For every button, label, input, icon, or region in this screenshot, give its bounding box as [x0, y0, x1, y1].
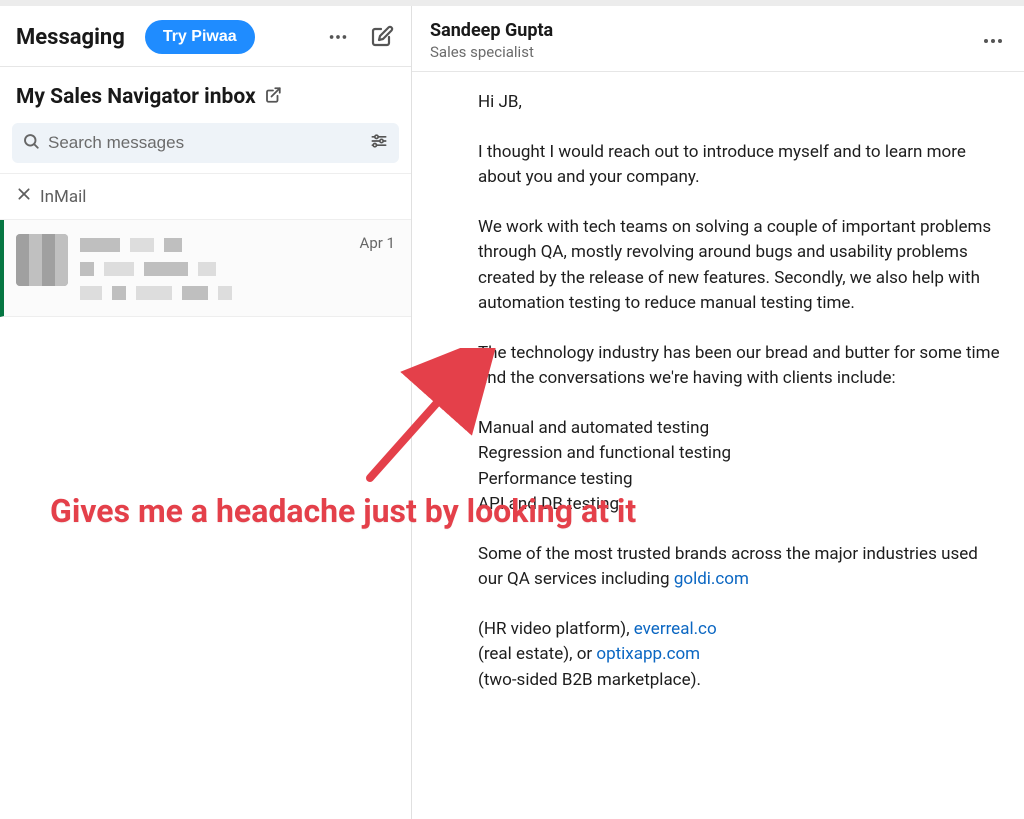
left-pane: Messaging Try Piwaa My Sales Navigator i… [0, 6, 412, 819]
external-link-icon[interactable] [264, 86, 282, 108]
search-input[interactable] [48, 133, 361, 153]
try-piwaa-button[interactable]: Try Piwaa [145, 20, 255, 54]
msg-greeting: Hi JB, [478, 90, 1000, 116]
left-header: Messaging Try Piwaa [0, 6, 411, 67]
msg-p6: (real estate), or optixapp.com [478, 642, 1000, 668]
conversation-header: Sandeep Gupta Sales specialist [412, 6, 1024, 72]
avatar [16, 234, 68, 286]
message-body[interactable]: Hi JB, I thought I would reach out to in… [412, 72, 1024, 819]
link-everreal[interactable]: everreal.co [634, 619, 717, 639]
link-optixapp[interactable]: optixapp.com [596, 644, 700, 664]
inbox-title-row[interactable]: My Sales Navigator inbox [0, 67, 411, 123]
sender-role: Sales specialist [430, 43, 553, 61]
inmail-label: InMail [40, 187, 86, 207]
msg-p7: (two-sided B2B marketplace). [478, 668, 1000, 694]
sender-name: Sandeep Gupta [430, 20, 553, 41]
redacted-preview [80, 238, 395, 300]
search-icon [22, 132, 40, 154]
message-list-item[interactable]: Apr 1 [0, 220, 411, 317]
more-options-icon[interactable] [325, 24, 351, 50]
conversation-more-icon[interactable] [980, 28, 1006, 54]
messaging-title: Messaging [16, 25, 125, 50]
filter-icon[interactable] [369, 131, 389, 155]
close-icon[interactable] [16, 186, 32, 207]
message-date: Apr 1 [360, 234, 395, 252]
link-goldi[interactable]: goldi.com [674, 569, 749, 589]
msg-p5: (HR video platform), everreal.co [478, 617, 1000, 643]
right-pane: Sandeep Gupta Sales specialist Hi JB, I … [412, 6, 1024, 819]
msg-p3: The technology industry has been our bre… [478, 341, 1000, 392]
msg-p4: Some of the most trusted brands across t… [478, 542, 1000, 593]
inbox-title: My Sales Navigator inbox [16, 85, 256, 109]
compose-icon[interactable] [369, 24, 395, 50]
msg-p1: I thought I would reach out to introduce… [478, 140, 1000, 191]
inmail-filter[interactable]: InMail [0, 173, 411, 220]
msg-p2: We work with tech teams on solving a cou… [478, 215, 1000, 317]
msg-bullets: Manual and automated testing Regression … [478, 416, 1000, 518]
search-box[interactable] [12, 123, 399, 163]
